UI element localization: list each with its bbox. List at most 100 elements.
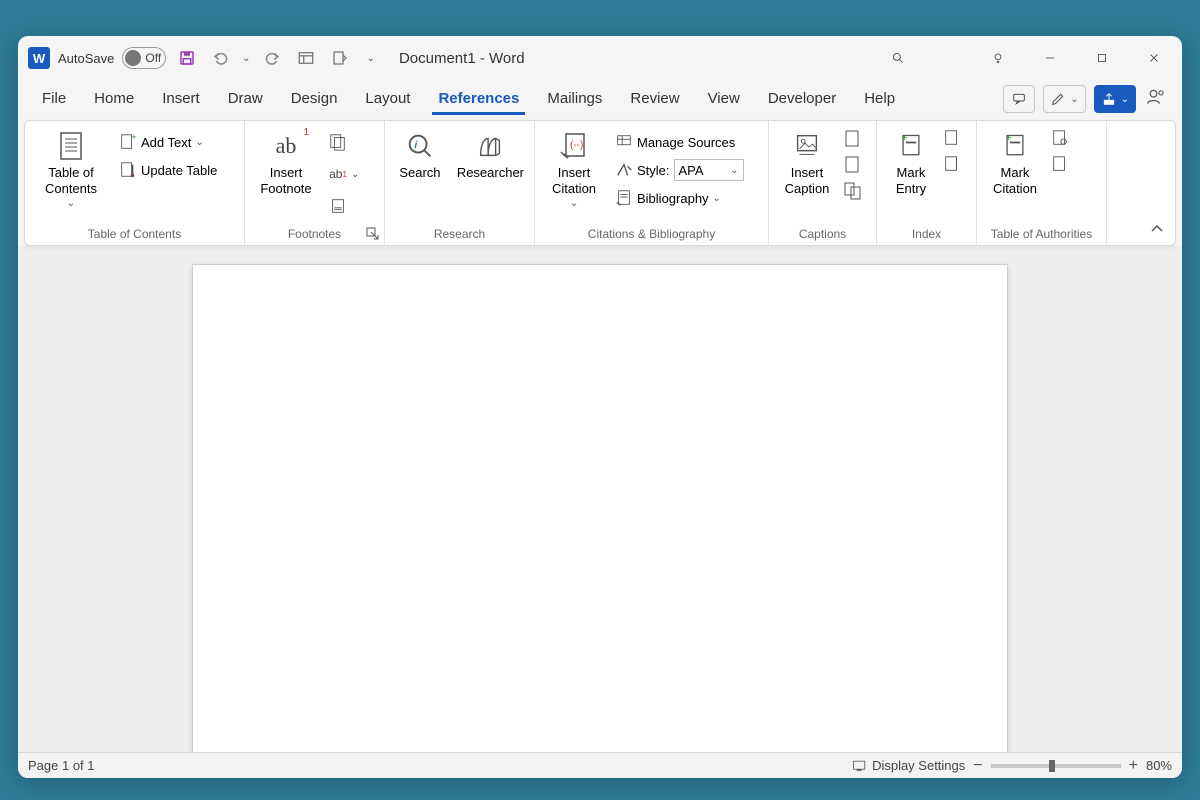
mark-citation-button[interactable]: + Mark Citation bbox=[983, 125, 1047, 200]
bibliography-label: Bibliography bbox=[637, 191, 709, 206]
svg-text:+: + bbox=[1005, 132, 1011, 144]
tab-draw[interactable]: Draw bbox=[214, 84, 277, 115]
insert-caption-label: Insert Caption bbox=[785, 165, 830, 196]
tab-mailings[interactable]: Mailings bbox=[533, 84, 616, 115]
maximize-button[interactable] bbox=[1080, 38, 1124, 78]
group-table-of-contents: Table of Contents ⌄ + Add Text ⌄ Update … bbox=[25, 121, 245, 245]
undo-icon[interactable] bbox=[208, 45, 234, 71]
group-label-citations: Citations & Bibliography bbox=[541, 225, 762, 243]
tab-design[interactable]: Design bbox=[277, 84, 352, 115]
style-selector[interactable]: Style: APA⌄ bbox=[611, 157, 748, 183]
app-window: AutoSave Off ⌄ ⌄ Document1 - Word File H… bbox=[18, 36, 1182, 778]
update-table-button[interactable]: Update Table bbox=[115, 157, 221, 183]
collapse-ribbon-icon[interactable] bbox=[1149, 221, 1165, 237]
share-button[interactable]: ⌄ bbox=[1094, 85, 1136, 113]
manage-sources-icon bbox=[615, 133, 633, 151]
zoom-thumb-icon[interactable] bbox=[1049, 760, 1055, 772]
dialog-launcher-icon[interactable] bbox=[366, 227, 380, 241]
researcher-label: Researcher bbox=[457, 165, 524, 181]
lightbulb-icon[interactable] bbox=[976, 38, 1020, 78]
comments-button[interactable] bbox=[1003, 85, 1035, 113]
group-label-footnotes: Footnotes bbox=[251, 225, 378, 243]
next-footnote-button[interactable]: ab1⌄ bbox=[325, 161, 363, 187]
group-citations: (--) Insert Citation ⌄ Manage Sources St… bbox=[535, 121, 769, 245]
group-label-toc: Table of Contents bbox=[31, 225, 238, 243]
svg-text:(--): (--) bbox=[570, 140, 583, 151]
add-text-button[interactable]: + Add Text ⌄ bbox=[115, 129, 221, 155]
editing-button[interactable]: ⌄ bbox=[1043, 85, 1085, 113]
insert-citation-button[interactable]: (--) Insert Citation ⌄ bbox=[541, 125, 607, 214]
tab-references[interactable]: References bbox=[424, 84, 533, 115]
zoom-out-button[interactable]: − bbox=[973, 757, 982, 775]
insert-citation-label: Insert Citation bbox=[552, 165, 596, 196]
update-index-icon[interactable] bbox=[943, 155, 961, 173]
bibliography-button[interactable]: Bibliography ⌄ bbox=[611, 185, 748, 211]
qat-customize-icon[interactable]: ⌄ bbox=[367, 53, 375, 64]
autosave-toggle[interactable]: Off bbox=[122, 47, 166, 69]
tab-view[interactable]: View bbox=[694, 84, 754, 115]
group-label-index: Index bbox=[883, 225, 970, 243]
status-bar: Page 1 of 1 Display Settings − + 80% bbox=[18, 752, 1182, 778]
style-icon bbox=[615, 161, 633, 179]
close-button[interactable] bbox=[1132, 38, 1176, 78]
insert-footnote-button[interactable]: ab1 Insert Footnote bbox=[251, 125, 321, 200]
citation-icon: (--) bbox=[557, 129, 591, 163]
zoom-level[interactable]: 80% bbox=[1146, 758, 1172, 773]
insert-index-icon[interactable] bbox=[943, 129, 961, 147]
page-indicator[interactable]: Page 1 of 1 bbox=[28, 758, 95, 773]
insert-endnote-button[interactable] bbox=[325, 129, 363, 155]
show-notes-icon bbox=[329, 197, 347, 215]
tab-help[interactable]: Help bbox=[850, 84, 909, 115]
save-icon[interactable] bbox=[174, 45, 200, 71]
tab-file[interactable]: File bbox=[28, 84, 80, 115]
group-index: + Mark Entry Index bbox=[877, 121, 977, 245]
tab-developer[interactable]: Developer bbox=[754, 84, 850, 115]
minimize-button[interactable] bbox=[1028, 38, 1072, 78]
tab-home[interactable]: Home bbox=[80, 84, 148, 115]
insert-table-figures-icon[interactable] bbox=[843, 129, 863, 149]
zoom-in-button[interactable]: + bbox=[1129, 757, 1138, 775]
update-toa-icon[interactable] bbox=[1051, 155, 1069, 173]
tab-review[interactable]: Review bbox=[616, 84, 693, 115]
footnote-icon: ab1 bbox=[269, 129, 303, 163]
tab-insert[interactable]: Insert bbox=[148, 84, 214, 115]
ribbon: Table of Contents ⌄ + Add Text ⌄ Update … bbox=[24, 120, 1176, 246]
tab-layout[interactable]: Layout bbox=[351, 84, 424, 115]
display-settings-label: Display Settings bbox=[872, 758, 965, 773]
update-table-figures-icon[interactable] bbox=[843, 155, 863, 175]
insert-toa-icon[interactable] bbox=[1051, 129, 1069, 147]
group-footnotes: ab1 Insert Footnote ab1⌄ Footnotes bbox=[245, 121, 385, 245]
mark-entry-button[interactable]: + Mark Entry bbox=[883, 125, 939, 200]
researcher-button[interactable]: Researcher bbox=[453, 125, 528, 185]
style-dropdown[interactable]: APA⌄ bbox=[674, 159, 744, 181]
manage-sources-label: Manage Sources bbox=[637, 135, 735, 150]
zoom-slider[interactable] bbox=[991, 764, 1121, 768]
caption-icon bbox=[790, 129, 824, 163]
autosave-label: AutoSave bbox=[58, 51, 114, 66]
search-icon[interactable] bbox=[876, 38, 920, 78]
display-settings-button[interactable]: Display Settings bbox=[852, 758, 965, 774]
cross-reference-icon[interactable] bbox=[843, 181, 863, 201]
group-research: i Search Researcher Research bbox=[385, 121, 535, 245]
redo-icon[interactable] bbox=[259, 45, 285, 71]
group-authorities: + Mark Citation Table of Authorities bbox=[977, 121, 1107, 245]
toggle-dot-icon bbox=[125, 50, 141, 66]
qat-button-icon[interactable] bbox=[293, 45, 319, 71]
update-table-icon bbox=[119, 161, 137, 179]
smart-lookup-icon: i bbox=[403, 129, 437, 163]
document-area[interactable] bbox=[18, 246, 1182, 752]
next-footnote-icon: ab1 bbox=[329, 165, 347, 183]
document-page[interactable] bbox=[192, 264, 1008, 752]
style-value: APA bbox=[679, 163, 704, 178]
show-notes-button[interactable] bbox=[325, 193, 363, 219]
insert-caption-button[interactable]: Insert Caption bbox=[775, 125, 839, 200]
qat-button2-icon[interactable] bbox=[327, 45, 353, 71]
document-title: Document1 - Word bbox=[399, 50, 525, 67]
manage-sources-button[interactable]: Manage Sources bbox=[611, 129, 748, 155]
table-of-contents-button[interactable]: Table of Contents ⌄ bbox=[31, 125, 111, 214]
undo-dropdown-icon[interactable]: ⌄ bbox=[242, 53, 250, 64]
account-icon[interactable] bbox=[1144, 85, 1168, 109]
mark-entry-label: Mark Entry bbox=[896, 165, 926, 196]
search-button[interactable]: i Search bbox=[391, 125, 449, 185]
title-bar: AutoSave Off ⌄ ⌄ Document1 - Word bbox=[18, 36, 1182, 80]
